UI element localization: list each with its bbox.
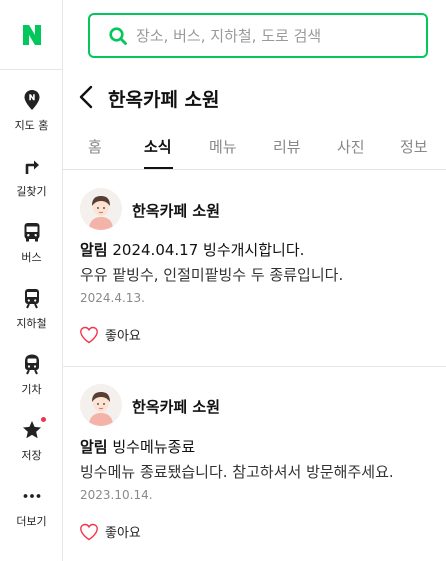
sidebar-item-bus[interactable]: 버스 (0, 207, 63, 267)
search-box[interactable] (88, 13, 428, 58)
search-icon (109, 26, 127, 45)
post-date: 2023.10.14. (80, 488, 153, 502)
post-headline-text: 빙수메뉴종료 (107, 438, 196, 456)
post-body: 우유 팥빙수, 인절미팥빙수 두 종류입니다. (80, 266, 344, 284)
post-tag: 알림 (80, 438, 108, 456)
post-headline: 알림 빙수메뉴종료 (80, 436, 195, 457)
sidebar-item-train[interactable]: 기차 (0, 339, 63, 399)
heart-icon (80, 523, 98, 540)
like-label: 좋아요 (105, 329, 141, 344)
post-headline-text: 2024.04.17 빙수개시합니다. (107, 241, 305, 259)
naver-logo[interactable] (0, 0, 63, 70)
sidebar-item-saved[interactable]: 저장 (0, 405, 63, 465)
tab-home[interactable]: 홈 (88, 136, 102, 157)
sidebar-item-more[interactable]: 더보기 (0, 471, 63, 531)
post-tag: 알림 (80, 241, 108, 259)
news-post: 한옥카페 소원 알림 2024.04.17 빙수개시합니다. 우유 팥빙수, 인… (63, 170, 446, 366)
sidebar-item-label: 저장 (21, 449, 42, 462)
subway-icon (20, 286, 44, 310)
tab-reviews[interactable]: 리뷰 (273, 136, 301, 157)
avatar[interactable] (80, 384, 122, 426)
search-input[interactable] (136, 26, 406, 45)
post-author[interactable]: 한옥카페 소원 (132, 396, 220, 417)
back-arrow-icon[interactable] (76, 84, 98, 110)
avatar[interactable] (80, 188, 122, 230)
naver-n-logo-icon (22, 24, 41, 45)
tab-menu[interactable]: 메뉴 (209, 136, 237, 157)
map-pin-icon (20, 88, 44, 112)
active-tab-indicator (144, 167, 173, 169)
sidebar: 지도 홈 길찾기 버스 지하철 기차 저장 더보기 (0, 0, 63, 561)
sidebar-item-label: 길찾기 (16, 185, 47, 198)
post-body: 빙수메뉴 종료됐습니다. 참고하셔서 방문해주세요. (80, 463, 394, 481)
post-date: 2024.4.13. (80, 291, 145, 305)
more-icon (20, 484, 44, 508)
sidebar-item-map-home[interactable]: 지도 홈 (0, 75, 63, 135)
avatar-illustration-icon (80, 188, 122, 230)
sidebar-item-label: 지하철 (16, 317, 47, 330)
like-button[interactable]: 좋아요 (79, 325, 141, 344)
star-icon (20, 417, 46, 442)
place-title: 한옥카페 소원 (108, 89, 220, 111)
post-headline: 알림 2024.04.17 빙수개시합니다. (80, 239, 304, 260)
avatar-illustration-icon (80, 384, 122, 426)
like-label: 좋아요 (105, 526, 141, 541)
sidebar-item-label: 버스 (21, 251, 42, 264)
directions-icon (20, 154, 44, 178)
sidebar-item-label: 지도 홈 (14, 119, 49, 132)
heart-icon (80, 326, 98, 343)
notification-dot (40, 417, 46, 422)
tab-photos[interactable]: 사진 (337, 136, 365, 157)
sidebar-item-subway[interactable]: 지하철 (0, 273, 63, 333)
sidebar-item-label: 더보기 (16, 515, 47, 528)
train-icon (20, 352, 44, 376)
tab-bar: 홈 소식 메뉴 리뷰 사진 정보 (63, 130, 446, 170)
sidebar-item-directions[interactable]: 길찾기 (0, 141, 63, 201)
tab-info[interactable]: 정보 (400, 136, 428, 157)
tab-news[interactable]: 소식 (144, 136, 172, 157)
news-post: 한옥카페 소원 알림 빙수메뉴종료 빙수메뉴 종료됐습니다. 참고하셔서 방문해… (63, 367, 446, 561)
bus-icon (20, 220, 44, 244)
like-button[interactable]: 좋아요 (79, 522, 141, 541)
post-author[interactable]: 한옥카페 소원 (132, 200, 220, 221)
sidebar-item-label: 기차 (21, 383, 42, 396)
